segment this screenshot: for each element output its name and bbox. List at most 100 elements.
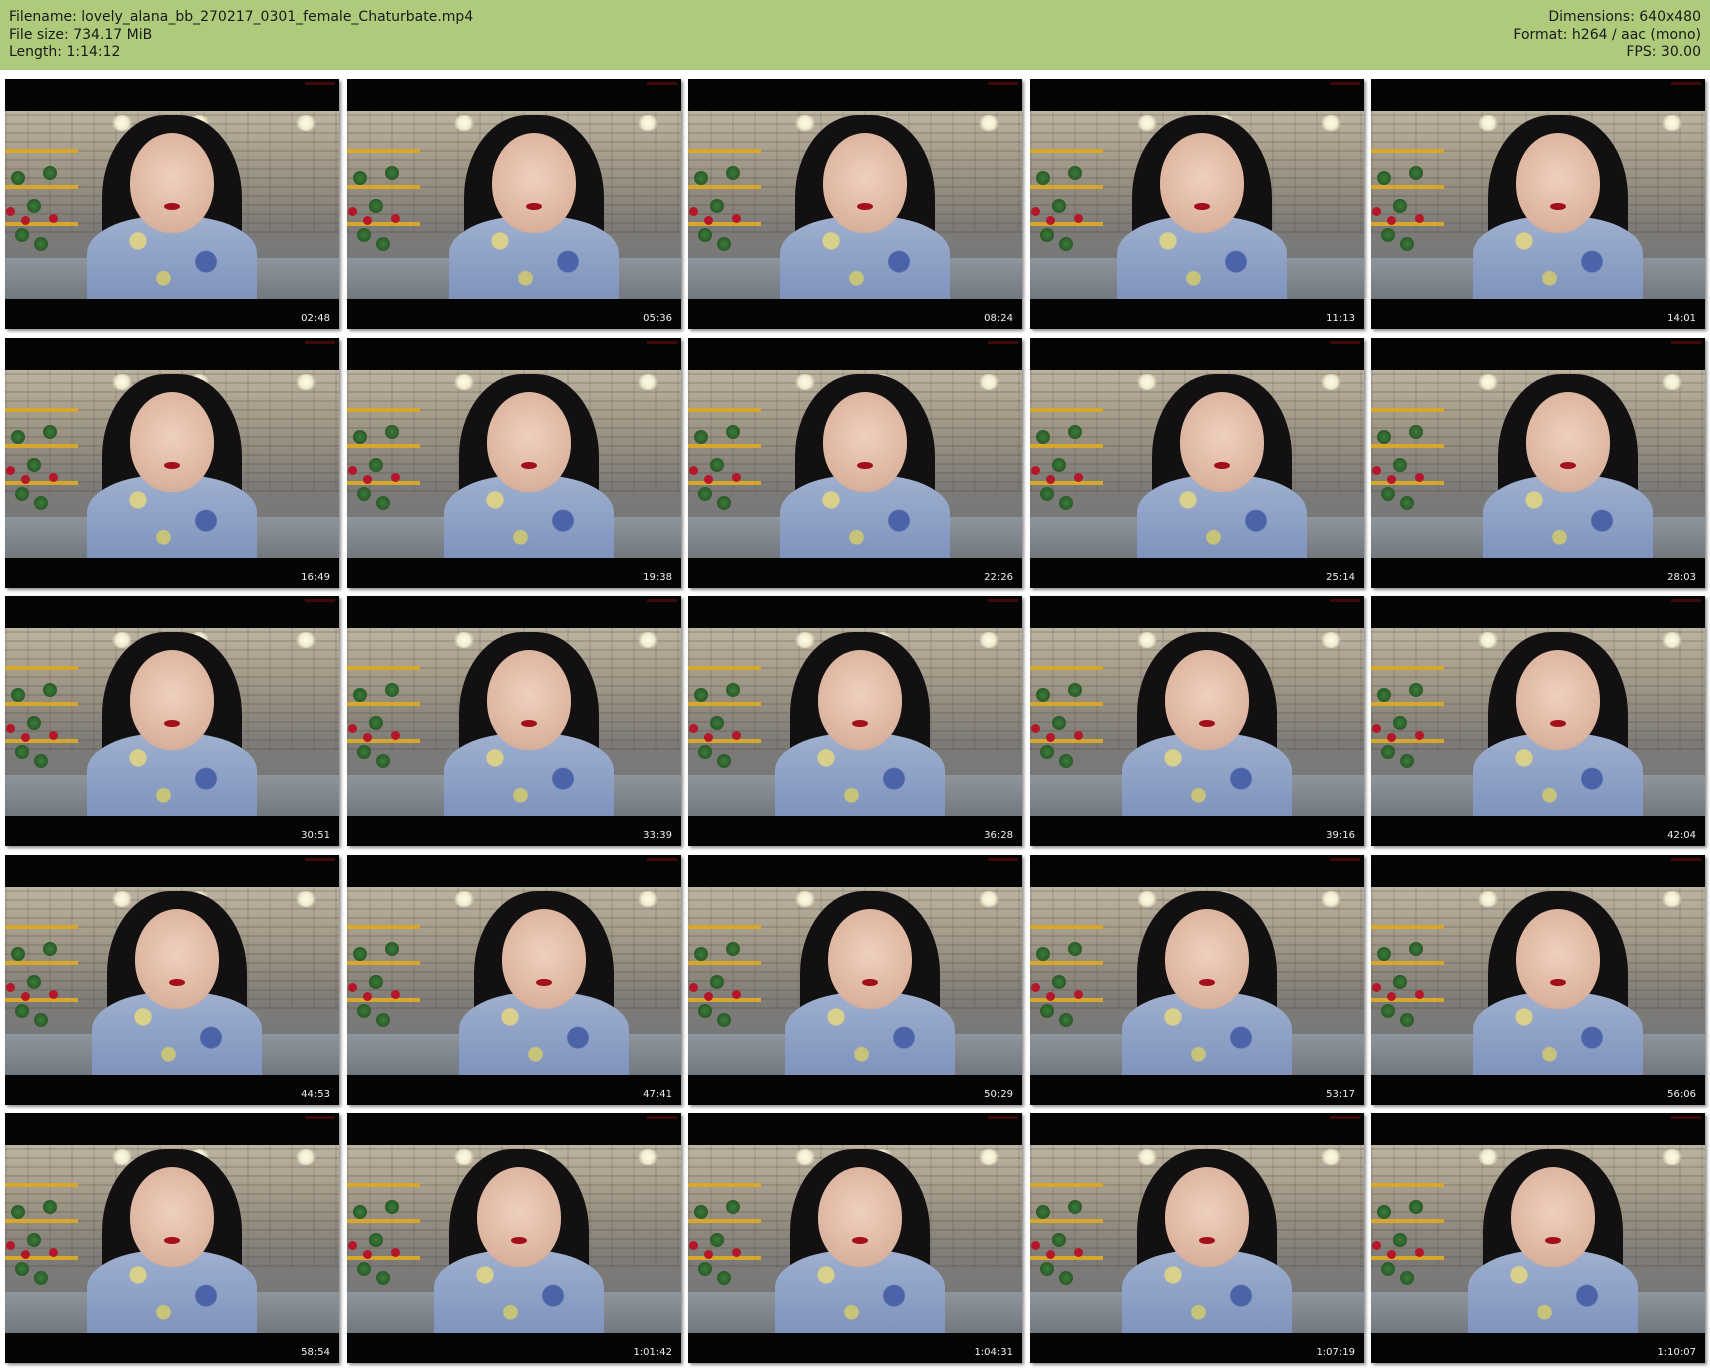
red-flower <box>732 473 742 482</box>
red-flower <box>6 1241 16 1251</box>
wall-lamp <box>453 632 475 648</box>
shelf-bar <box>1371 738 1445 743</box>
video-frame <box>347 628 681 816</box>
shelf-bar <box>347 997 421 1002</box>
plant <box>1035 947 1050 962</box>
timestamp-label: 11:13 <box>1326 313 1355 324</box>
plant <box>710 716 725 731</box>
plant <box>385 1199 400 1214</box>
person-lips <box>164 720 180 727</box>
person-face <box>1526 392 1610 492</box>
plant <box>357 744 372 759</box>
shelf-bar <box>347 407 421 412</box>
plant <box>10 171 25 186</box>
wall-lamp <box>453 891 475 907</box>
video-thumbnail: 39:16 <box>1030 596 1364 846</box>
video-frame <box>347 111 681 299</box>
plant-shelf <box>5 654 79 768</box>
plant <box>698 744 713 759</box>
person-face <box>135 909 219 1009</box>
person-face <box>1165 909 1249 1009</box>
video-thumbnail: 1:01:42 <box>347 1113 681 1363</box>
plant <box>1059 495 1074 510</box>
video-frame <box>1030 111 1364 299</box>
wall-lamp <box>295 891 317 907</box>
plant <box>10 1205 25 1220</box>
plant <box>698 1003 713 1018</box>
shelf-bar <box>347 148 421 153</box>
plant <box>369 1233 384 1248</box>
shelf-bar <box>688 221 762 226</box>
wall-lamp <box>1320 891 1342 907</box>
plant <box>1059 236 1074 251</box>
person-face <box>1511 1167 1595 1267</box>
plant <box>1409 165 1424 180</box>
timestamp-label: 58:54 <box>301 1347 330 1358</box>
red-flower <box>1074 731 1084 740</box>
plant <box>34 1012 49 1027</box>
shelf-bar <box>1371 184 1445 189</box>
wall-lamp <box>1320 632 1342 648</box>
video-frame <box>1371 370 1705 558</box>
video-frame <box>347 1145 681 1333</box>
video-thumbnail: 08:24 <box>688 79 1022 329</box>
shelf-bar <box>1371 924 1445 929</box>
watermark-mark <box>305 82 335 85</box>
plant <box>1381 486 1396 501</box>
video-thumbnail: 42:04 <box>1371 596 1705 846</box>
wall-lamp <box>1136 632 1158 648</box>
shelf-bar <box>1030 480 1104 485</box>
wall-lamp <box>1136 891 1158 907</box>
wall-lamp <box>637 891 659 907</box>
video-frame <box>1030 628 1364 816</box>
video-thumbnail: 02:48 <box>5 79 339 329</box>
plant <box>43 165 58 180</box>
person-face <box>477 1167 561 1267</box>
wall-lamp <box>453 115 475 131</box>
plant <box>726 682 741 697</box>
plant <box>1040 744 1055 759</box>
plant-shelf <box>688 396 762 510</box>
video-frame <box>5 628 339 816</box>
video-frame <box>1030 887 1364 1075</box>
plant <box>1381 1003 1396 1018</box>
plant <box>369 199 384 214</box>
plant <box>376 1270 391 1285</box>
wall-lamp <box>637 374 659 390</box>
red-flower <box>1372 983 1382 993</box>
shelf-bar <box>1030 960 1104 965</box>
red-flower <box>1031 466 1041 476</box>
wall-lamp <box>1136 374 1158 390</box>
plant <box>357 227 372 242</box>
video-frame <box>5 111 339 299</box>
plant <box>1409 941 1424 956</box>
video-frame <box>5 370 339 558</box>
red-flower <box>1415 1248 1425 1257</box>
timestamp-label: 30:51 <box>301 830 330 841</box>
timestamp-label: 28:03 <box>1667 572 1696 583</box>
video-frame <box>347 887 681 1075</box>
plant <box>369 975 384 990</box>
shelf-bar <box>5 701 79 706</box>
video-thumbnail: 11:13 <box>1030 79 1364 329</box>
plant <box>27 458 42 473</box>
red-flower <box>689 983 699 993</box>
video-thumbnail: 19:38 <box>347 338 681 588</box>
person-face <box>130 1167 214 1267</box>
plant <box>1409 1199 1424 1214</box>
person-lips <box>1560 462 1576 469</box>
plant <box>1409 424 1424 439</box>
plant <box>1059 753 1074 768</box>
plant-shelf <box>5 1171 79 1285</box>
plant-shelf <box>688 1171 762 1285</box>
video-thumbnail: 16:49 <box>5 338 339 588</box>
red-flower <box>1031 724 1041 734</box>
red-flower <box>1074 1248 1084 1257</box>
shelf-bar <box>347 184 421 189</box>
shelf-bar <box>5 480 79 485</box>
video-frame <box>1371 628 1705 816</box>
plant <box>15 1003 30 1018</box>
shelf-bar <box>347 1218 421 1223</box>
person-lips <box>857 203 873 210</box>
shelf-bar <box>1030 148 1104 153</box>
